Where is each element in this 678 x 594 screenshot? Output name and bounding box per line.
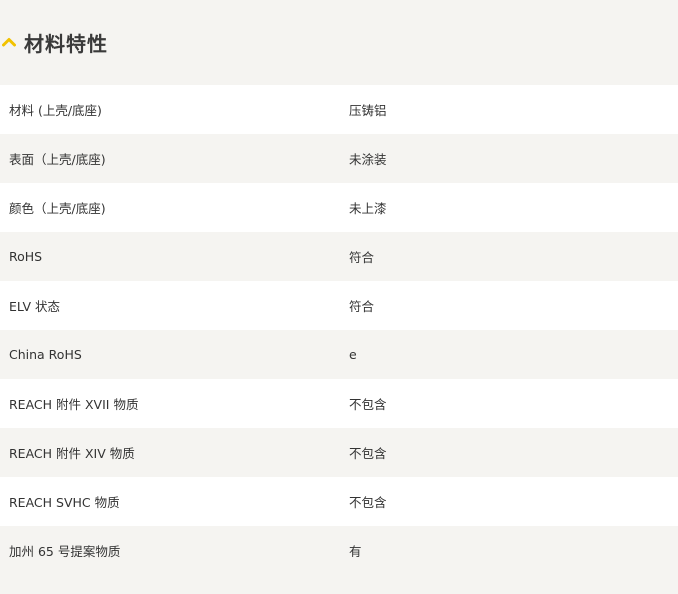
property-label: ELV 状态 — [9, 299, 61, 314]
property-label: RoHS — [9, 249, 43, 264]
table-row: 加州 65 号提案物质 有 — [0, 526, 678, 575]
table-row: REACH SVHC 物质 不包含 — [0, 477, 678, 526]
properties-table: 材料 (上壳/底座) 压铸铝 表面（上壳/底座) 未涂装 颜色（上壳/底座) 未… — [0, 85, 678, 575]
chevron-up-icon[interactable] — [0, 35, 18, 49]
table-row: ELV 状态 符合 — [0, 281, 678, 330]
property-label: 加州 65 号提案物质 — [9, 544, 121, 559]
property-label: 颜色（上壳/底座) — [9, 201, 106, 216]
property-value: e — [349, 347, 357, 362]
table-row: RoHS 符合 — [0, 232, 678, 281]
property-label: REACH SVHC 物质 — [9, 495, 120, 510]
table-row: 材料 (上壳/底座) 压铸铝 — [0, 85, 678, 134]
property-value: 有 — [349, 544, 362, 559]
property-label: REACH 附件 XVII 物质 — [9, 397, 139, 412]
property-label: 材料 (上壳/底座) — [9, 103, 102, 118]
property-value: 不包含 — [349, 397, 387, 412]
property-value: 不包含 — [349, 495, 387, 510]
property-label: REACH 附件 XIV 物质 — [9, 446, 135, 461]
table-row: REACH 附件 XVII 物质 不包含 — [0, 379, 678, 428]
property-value: 未涂装 — [349, 152, 387, 167]
table-row: REACH 附件 XIV 物质 不包含 — [0, 428, 678, 477]
section-header-material-properties[interactable]: 材料特性 — [0, 22, 678, 62]
property-label: 表面（上壳/底座) — [9, 152, 106, 167]
table-row: 表面（上壳/底座) 未涂装 — [0, 134, 678, 183]
table-row: China RoHS e — [0, 330, 678, 379]
property-value: 未上漆 — [349, 201, 387, 216]
property-label: China RoHS — [9, 347, 82, 362]
property-value: 压铸铝 — [349, 103, 387, 118]
property-value: 不包含 — [349, 446, 387, 461]
table-row: 颜色（上壳/底座) 未上漆 — [0, 183, 678, 232]
property-value: 符合 — [349, 299, 375, 314]
property-value: 符合 — [349, 250, 375, 265]
section-title: 材料特性 — [24, 31, 108, 56]
